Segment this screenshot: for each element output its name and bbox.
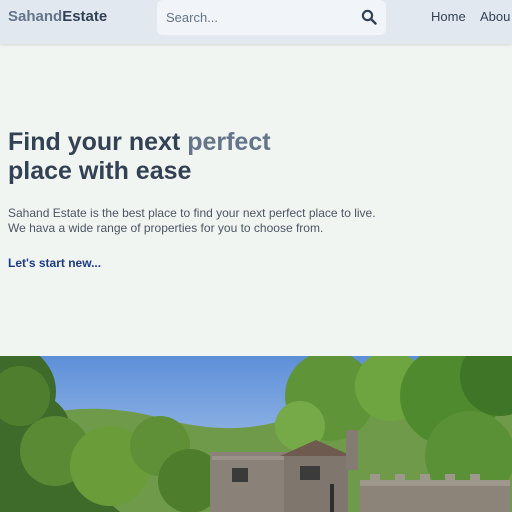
headline-accent: perfect [187, 128, 271, 156]
nav-link-about[interactable]: Abou [480, 9, 510, 25]
property-photo[interactable] [0, 356, 512, 512]
search-icon[interactable] [361, 9, 377, 25]
top-header: SahandEstate Home Abou [0, 0, 512, 44]
description-line-1: Sahand Estate is the best place to find … [8, 206, 376, 220]
search-bar [157, 0, 386, 35]
headline-part1: Find your next [8, 128, 188, 156]
description-line-2: We hava a wide range of properties for y… [8, 221, 324, 235]
house-image [0, 356, 512, 512]
search-input[interactable] [166, 8, 346, 26]
logo-text-sahand: Sahand [8, 8, 63, 25]
hero-section [0, 44, 512, 356]
nav-link-home[interactable]: Home [431, 9, 466, 25]
headline-part2: place with ease [8, 157, 192, 185]
site-logo[interactable]: SahandEstate [8, 8, 107, 26]
hero-headline: Find your next perfect place with ease [8, 128, 328, 186]
hero-description: Sahand Estate is the best place to find … [8, 206, 388, 236]
logo-text-estate: Estate [62, 8, 108, 25]
start-link[interactable]: Let's start new... [8, 256, 101, 271]
